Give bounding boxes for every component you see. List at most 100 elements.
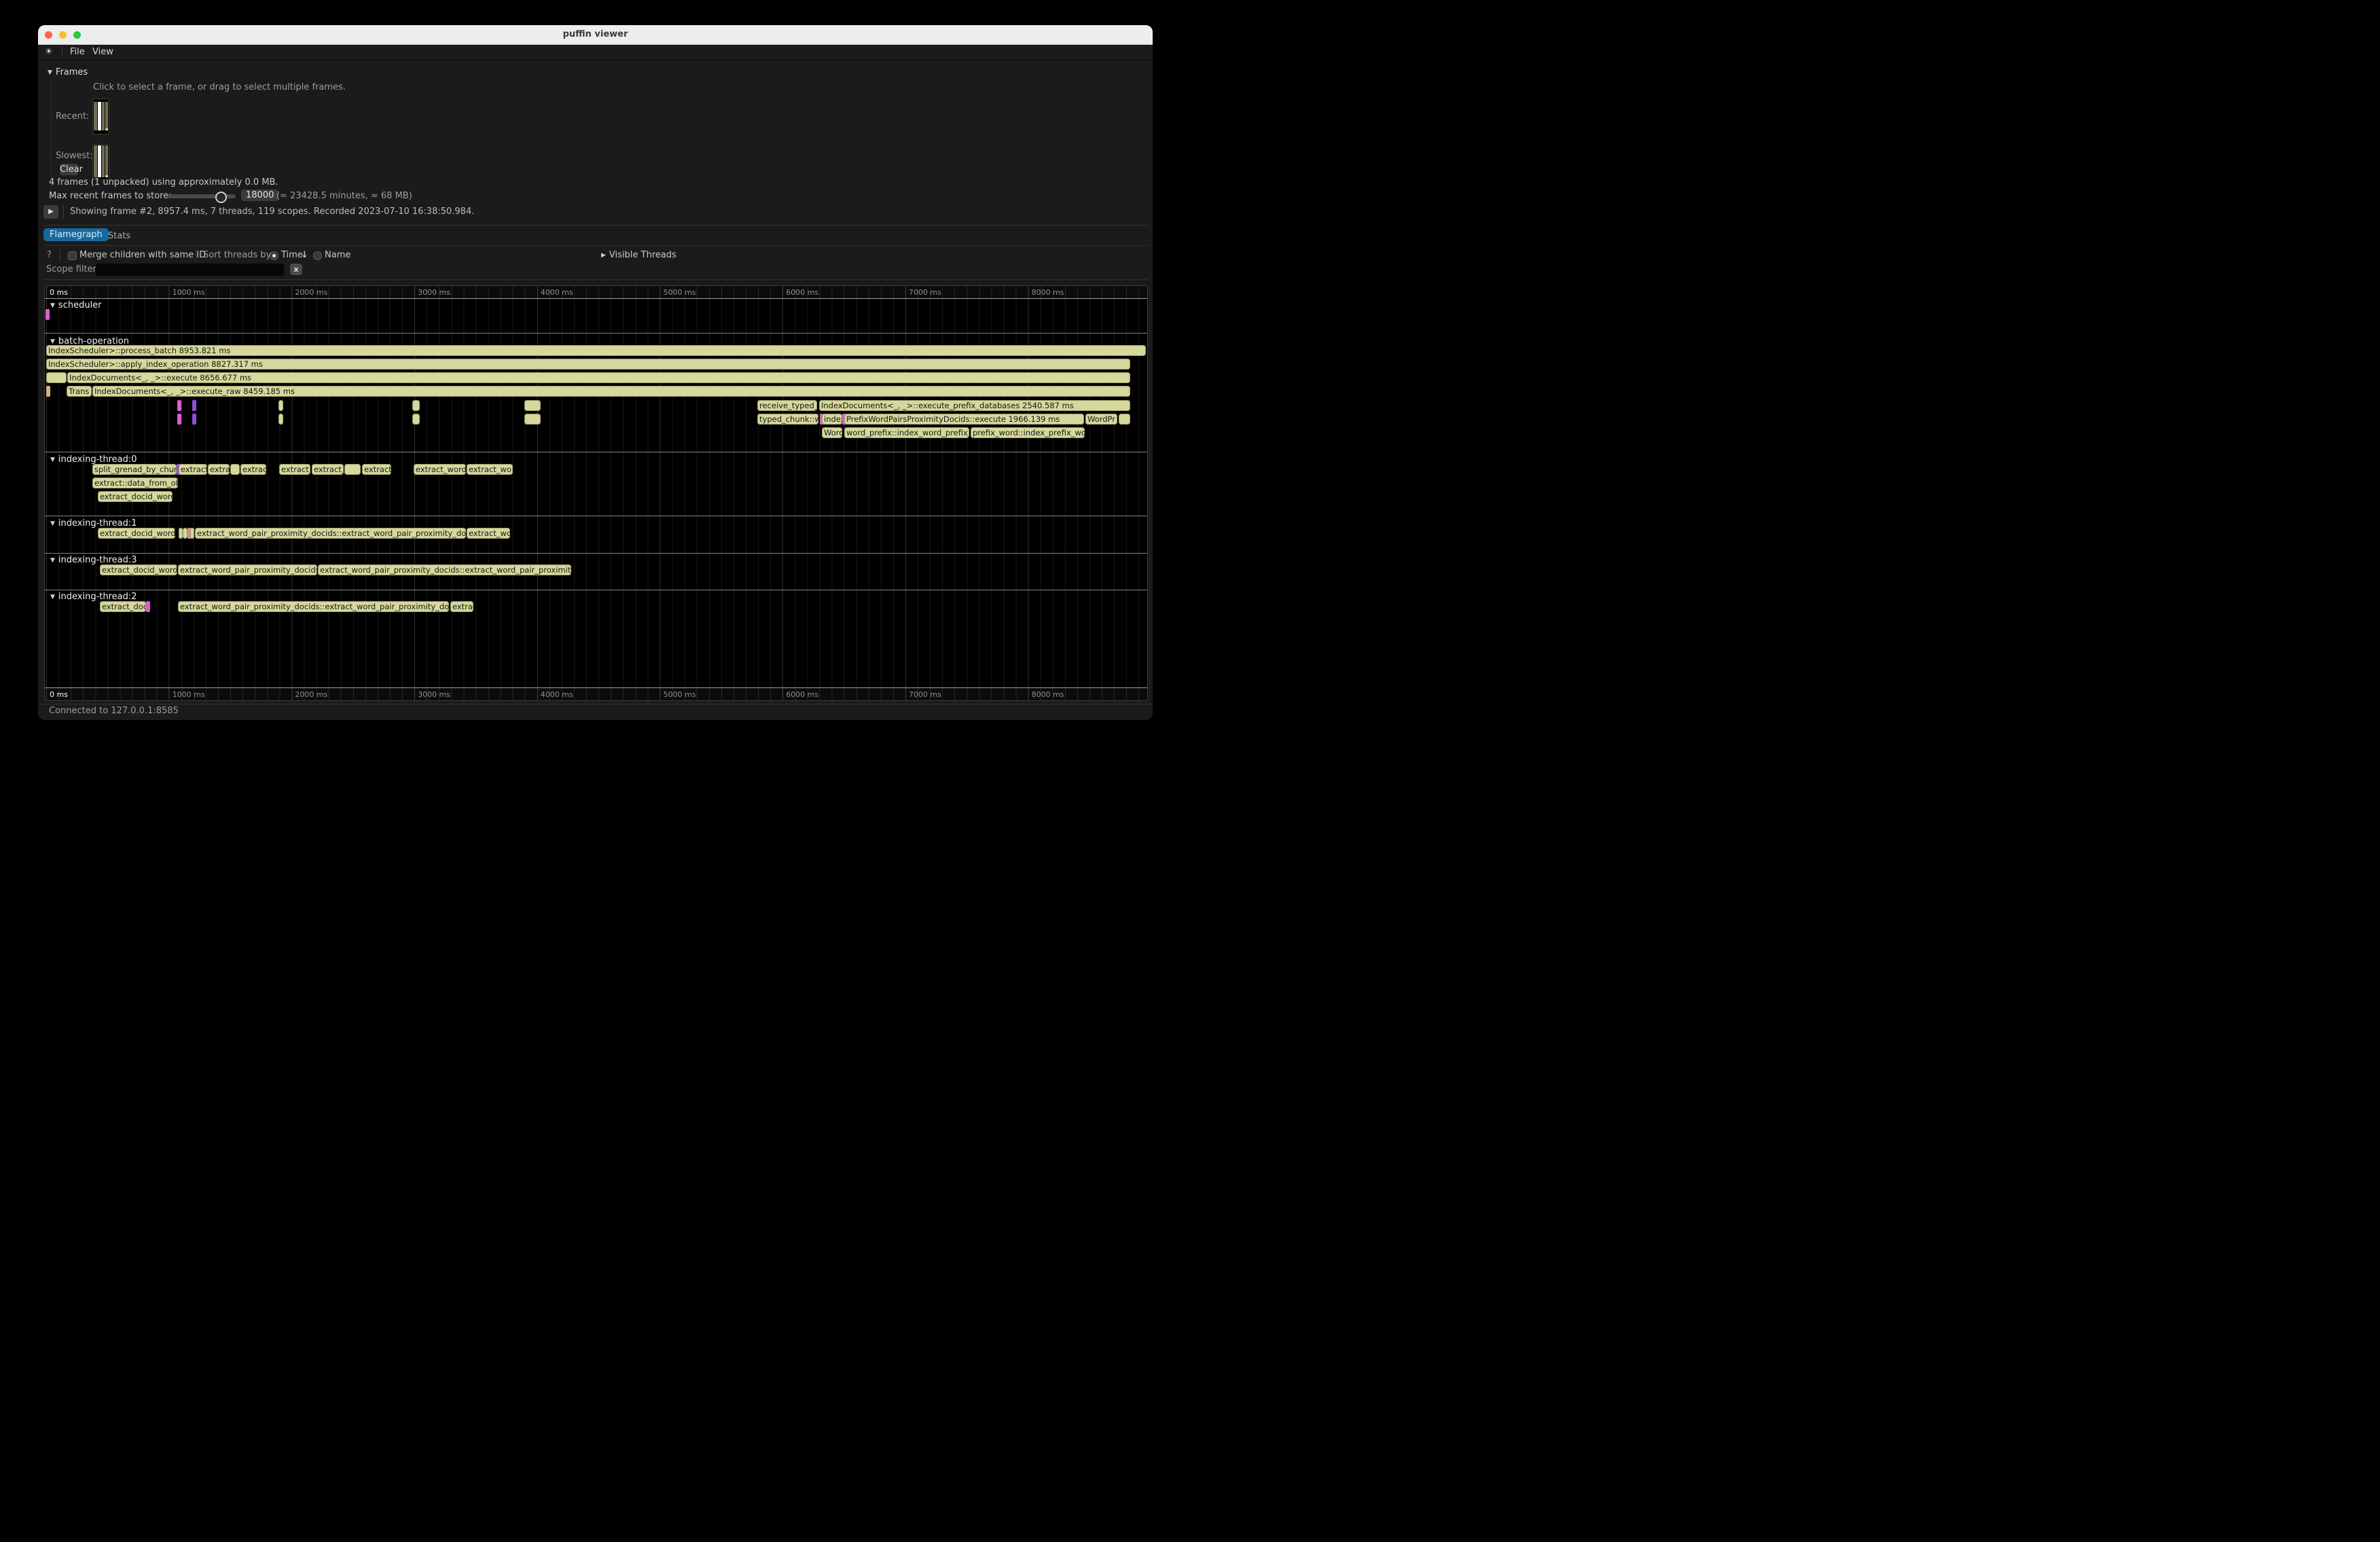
flame-bar[interactable]: extract bbox=[362, 464, 391, 475]
flame-bar[interactable] bbox=[192, 414, 196, 425]
tab-stats[interactable]: Stats bbox=[102, 230, 137, 243]
frames-section-header[interactable]: ▼Frames bbox=[48, 67, 88, 77]
flame-bar[interactable]: IndexDocuments<_, _>::execute 8656.677 m… bbox=[67, 372, 1130, 383]
flame-bar[interactable] bbox=[177, 400, 181, 411]
flame-bar[interactable]: word_prefix::index_word_prefix_ bbox=[844, 427, 969, 438]
slowest-label: Slowest: bbox=[56, 151, 93, 161]
flame-bar[interactable]: extract_wo bbox=[467, 528, 510, 539]
window-title: puffin viewer bbox=[38, 29, 1153, 39]
flame-bar[interactable]: extrac bbox=[240, 464, 266, 475]
flame-bar[interactable] bbox=[46, 386, 50, 397]
ruler-tick-label: 7000 ms bbox=[909, 690, 941, 699]
thread-header-indexing-thread:1[interactable]: ▼indexing-thread:1 bbox=[50, 518, 137, 528]
ruler-tick-label: 2000 ms bbox=[295, 690, 327, 699]
merge-children-checkbox[interactable] bbox=[68, 251, 77, 260]
menu-view[interactable]: View bbox=[92, 47, 113, 57]
flame-bar[interactable]: IndexDocuments<_, _>::execute_raw 8459.1… bbox=[92, 386, 1130, 397]
flame-bar[interactable] bbox=[46, 372, 67, 383]
thread-header-scheduler[interactable]: ▼scheduler bbox=[50, 300, 102, 310]
ruler-tick-label: 5000 ms bbox=[664, 288, 696, 297]
frame-bar-highlight bbox=[105, 128, 108, 130]
frame-bar bbox=[102, 102, 105, 130]
play-button[interactable]: ▶ bbox=[43, 205, 58, 219]
separator bbox=[43, 225, 1147, 226]
flame-bar[interactable]: extract_doc bbox=[100, 601, 146, 612]
flame-bar[interactable] bbox=[412, 414, 420, 425]
flame-bar[interactable]: extract_word_pair_proximity_docids::extr… bbox=[318, 564, 571, 575]
collapse-triangle-icon: ▶ bbox=[601, 252, 606, 259]
sort-by-name-label[interactable]: Name bbox=[325, 250, 350, 260]
flame-bar[interactable] bbox=[177, 414, 181, 425]
slowest-frames-thumbnail[interactable] bbox=[92, 144, 109, 180]
clear-filter-button[interactable]: x bbox=[290, 264, 302, 275]
ruler-tick-label: 0 ms bbox=[50, 288, 68, 297]
flame-bar[interactable]: extract_wo bbox=[467, 464, 513, 475]
flame-bar[interactable]: IndexScheduler>::apply_index_operation 8… bbox=[46, 359, 1130, 370]
flame-bar[interactable]: index bbox=[822, 414, 842, 425]
help-icon[interactable]: ? bbox=[47, 250, 52, 260]
flame-bar[interactable]: PrefixWordPairsProximityDocids::execute … bbox=[844, 414, 1084, 425]
sort-down-arrow-icon[interactable]: ↓ bbox=[301, 250, 308, 260]
flame-bar[interactable] bbox=[183, 528, 187, 539]
menu-file[interactable]: File bbox=[70, 47, 85, 57]
flame-bar[interactable]: receive_typed_ bbox=[757, 400, 817, 411]
max-frames-value[interactable]: 18000 bbox=[241, 190, 278, 201]
flame-bar[interactable] bbox=[190, 528, 194, 539]
merge-children-label[interactable]: Merge children with same ID bbox=[79, 250, 206, 260]
frames-hint: Click to select a frame, or drag to sele… bbox=[93, 82, 346, 92]
flame-bar[interactable]: IndexScheduler>::process_batch 8953.821 … bbox=[46, 345, 1146, 356]
ruler-tick-label: 2000 ms bbox=[295, 288, 327, 297]
flame-bar[interactable]: IndexDocuments<_, _>::execute_prefix_dat… bbox=[819, 400, 1130, 411]
flame-bar[interactable]: typed_chunk::w bbox=[757, 414, 818, 425]
flame-bar[interactable] bbox=[412, 400, 420, 411]
flame-bar[interactable]: extract::data_from_ob bbox=[92, 478, 178, 488]
flame-bar[interactable] bbox=[278, 400, 283, 411]
flame-bar[interactable]: prefix_word::index_prefix_wo bbox=[971, 427, 1085, 438]
flame-bar[interactable] bbox=[524, 414, 541, 425]
flame-bar[interactable] bbox=[46, 309, 50, 320]
clear-button[interactable]: Clear bbox=[60, 164, 78, 175]
thread-header-indexing-thread:2[interactable]: ▼indexing-thread:2 bbox=[50, 592, 137, 602]
sort-by-time-label[interactable]: Time bbox=[281, 250, 303, 260]
thread-header-indexing-thread:3[interactable]: ▼indexing-thread:3 bbox=[50, 555, 137, 565]
flame-bar[interactable]: extract_docid_word bbox=[98, 528, 175, 539]
title-bar[interactable]: puffin viewer bbox=[38, 25, 1153, 45]
flame-bar[interactable]: extract_word_pair_proximity_docids::extr… bbox=[178, 601, 449, 612]
flame-bar[interactable]: WordPr bbox=[1085, 414, 1117, 425]
flame-bar[interactable] bbox=[1119, 414, 1130, 425]
flame-bar[interactable]: Word bbox=[822, 427, 842, 438]
showing-frame-text: Showing frame #2, 8957.4 ms, 7 threads, … bbox=[70, 207, 474, 217]
thread-header-indexing-thread:0[interactable]: ▼indexing-thread:0 bbox=[50, 454, 137, 465]
recent-frames-thumbnail[interactable] bbox=[92, 98, 109, 135]
flame-bar[interactable]: extra bbox=[208, 464, 230, 475]
sort-by-name-radio[interactable] bbox=[313, 251, 322, 260]
flame-bar[interactable]: Trans bbox=[67, 386, 92, 397]
flame-bar[interactable]: extract_word_pair_proximity_docids bbox=[178, 564, 317, 575]
flame-bar[interactable] bbox=[524, 400, 541, 411]
frame-bar bbox=[98, 145, 101, 177]
ruler-tick-label: 3000 ms bbox=[418, 690, 450, 699]
flame-bar[interactable]: extract bbox=[179, 464, 207, 475]
flame-bar[interactable] bbox=[278, 414, 283, 425]
flame-bar[interactable]: extract_docid_word bbox=[98, 491, 173, 502]
slider-knob[interactable] bbox=[215, 192, 227, 203]
visible-threads-header[interactable]: ▶Visible Threads bbox=[601, 250, 677, 260]
sort-by-time-radio[interactable] bbox=[270, 251, 278, 260]
flame-bar[interactable] bbox=[344, 464, 361, 475]
flame-bar[interactable]: extract_docid_word bbox=[100, 564, 177, 575]
flame-bar[interactable]: extract_ bbox=[279, 464, 310, 475]
flame-bar[interactable] bbox=[230, 464, 240, 475]
flame-bar[interactable]: extract_word bbox=[414, 464, 466, 475]
flame-bar[interactable] bbox=[146, 601, 150, 612]
ruler-tick-label: 8000 ms bbox=[1032, 288, 1064, 297]
tab-flamegraph[interactable]: Flamegraph bbox=[43, 228, 109, 241]
flame-bar[interactable] bbox=[192, 400, 196, 411]
flamegraph-canvas[interactable]: 0 ms0 ms1000 ms1000 ms2000 ms2000 ms3000… bbox=[45, 286, 1147, 700]
sun-icon[interactable]: ☀ bbox=[45, 47, 53, 57]
flame-bar[interactable]: extrac bbox=[450, 601, 473, 612]
thread-separator bbox=[45, 553, 1147, 554]
flame-bar[interactable]: split_grenad_by_chun bbox=[92, 464, 177, 475]
flame-bar[interactable]: extract_ bbox=[312, 464, 344, 475]
flame-bar[interactable]: extract_word_pair_proximity_docids::extr… bbox=[195, 528, 466, 539]
scope-filter-input[interactable] bbox=[96, 264, 284, 276]
